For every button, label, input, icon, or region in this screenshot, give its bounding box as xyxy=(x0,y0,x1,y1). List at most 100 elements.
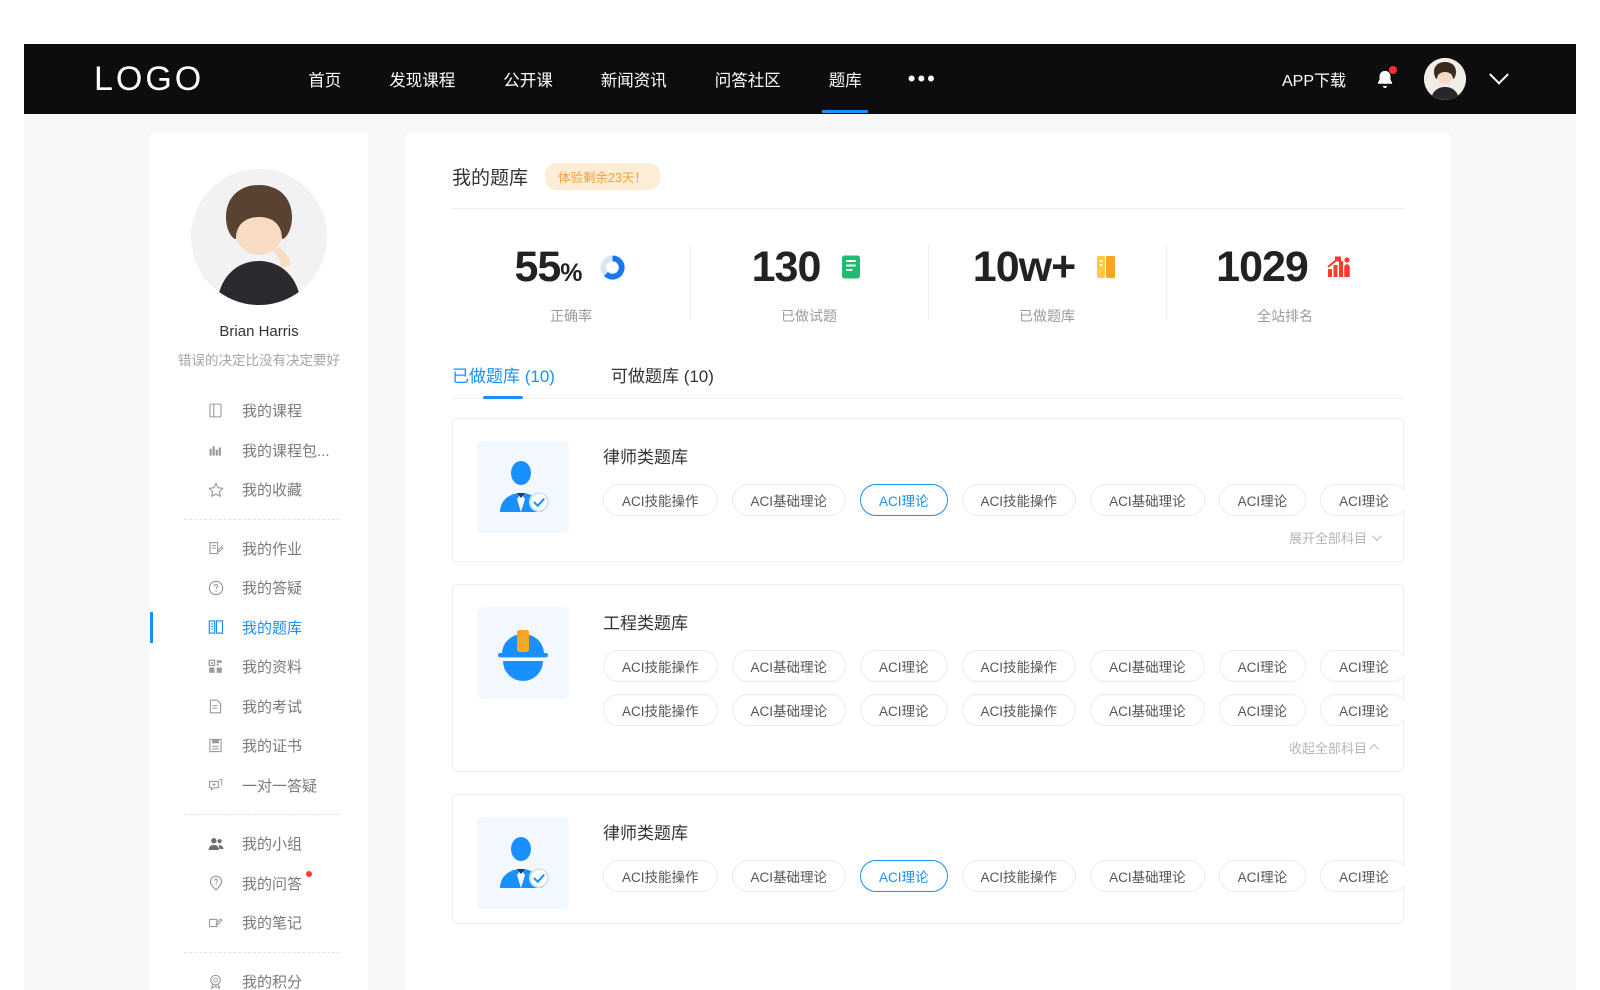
note-icon xyxy=(206,913,225,932)
hardhat-icon xyxy=(490,620,556,686)
bank-card[interactable]: 律师类题库 ACI技能操作 ACI基础理论 ACI理论 ACI技能操作 ACI基… xyxy=(452,418,1404,562)
sidebar-label: 我的课程包... xyxy=(242,440,330,461)
subject-tag[interactable]: ACI基础理论 xyxy=(1090,860,1205,892)
nav-item-qa-community[interactable]: 问答社区 xyxy=(691,44,805,114)
subject-tag[interactable]: ACI技能操作 xyxy=(962,484,1077,516)
sidebar-item-my-certificates[interactable]: 我的证书 xyxy=(150,726,368,766)
stat-label: 全站排名 xyxy=(1257,306,1313,326)
subject-tag[interactable]: ACI技能操作 xyxy=(962,650,1077,682)
nav-item-question-bank[interactable]: 题库 xyxy=(805,44,886,114)
subject-tag[interactable]: ACI理论 xyxy=(860,650,948,682)
subject-tag[interactable]: ACI理论 xyxy=(1320,650,1404,682)
sidebar-item-my-materials[interactable]: 我的资料 xyxy=(150,647,368,687)
nav-more-icon[interactable]: ••• xyxy=(886,44,959,114)
stat-banks-done: 10w+ 已做题库 xyxy=(928,231,1166,337)
sidebar-item-my-question-bank[interactable]: 我的题库 xyxy=(150,608,368,648)
tag-row: ACI技能操作 ACI基础理论 ACI理论 ACI技能操作 ACI基础理论 AC… xyxy=(603,650,1379,682)
bank-card-title: 律师类题库 xyxy=(603,443,1379,468)
green-book-icon xyxy=(836,252,866,282)
bank-card[interactable]: 工程类题库 ACI技能操作 ACI基础理论 ACI理论 ACI技能操作 ACI基… xyxy=(452,584,1404,772)
nav-item-home[interactable]: 首页 xyxy=(284,44,365,114)
sidebar-label: 我的课程 xyxy=(242,400,302,421)
bank-card-footer: 展开全部科目 xyxy=(603,528,1379,547)
bank-card-title: 律师类题库 xyxy=(603,819,1379,844)
bank-card-thumbnail xyxy=(477,607,569,699)
subject-tag[interactable]: ACI基础理论 xyxy=(732,860,847,892)
notification-bell-button[interactable] xyxy=(1372,65,1398,93)
site-logo[interactable]: LOGO xyxy=(94,62,204,96)
collapse-link-label: 收起全部科目 xyxy=(1289,738,1367,757)
sidebar-item-my-qa[interactable]: 我的答疑 xyxy=(150,568,368,608)
notification-badge-dot xyxy=(1389,66,1397,74)
subject-tag-selected[interactable]: ACI理论 xyxy=(860,484,948,516)
subject-tag[interactable]: ACI理论 xyxy=(1320,484,1404,516)
trial-status-badge: 体验剩余23天！ xyxy=(545,163,660,190)
collapse-all-subjects-link[interactable]: 收起全部科目 xyxy=(1289,738,1379,757)
subject-tag[interactable]: ACI技能操作 xyxy=(603,650,718,682)
subject-tag[interactable]: ACI基础理论 xyxy=(1090,650,1205,682)
subject-tag[interactable]: ACI理论 xyxy=(1219,484,1307,516)
subject-tag[interactable]: ACI基础理论 xyxy=(732,484,847,516)
app-download-link[interactable]: APP下载 xyxy=(1282,67,1346,91)
subject-tag[interactable]: ACI基础理论 xyxy=(1090,484,1205,516)
app-root: LOGO 首页 发现课程 公开课 新闻资讯 问答社区 题库 ••• APP下载 xyxy=(0,0,1600,990)
certificate-icon xyxy=(206,736,225,755)
expand-all-subjects-link[interactable]: 展开全部科目 xyxy=(1289,528,1379,547)
bank-card-tag-rows: ACI技能操作 ACI基础理论 ACI理论 ACI技能操作 ACI基础理论 AC… xyxy=(603,860,1379,892)
subject-tag[interactable]: ACI理论 xyxy=(1320,860,1404,892)
sidebar-item-one-on-one-qa[interactable]: 一对一答疑 xyxy=(150,766,368,806)
nav-item-news[interactable]: 新闻资讯 xyxy=(577,44,691,114)
profile-photo-icon xyxy=(191,169,327,305)
header-avatar[interactable] xyxy=(1424,58,1466,100)
sidebar-unread-dot xyxy=(306,871,312,877)
sidebar-item-my-homework[interactable]: 我的作业 xyxy=(150,529,368,569)
chevron-down-icon xyxy=(1372,531,1382,541)
subject-tag[interactable]: ACI基础理论 xyxy=(732,694,847,726)
tab-completed-banks[interactable]: 已做题库 (10) xyxy=(452,351,555,399)
chat-icon xyxy=(206,776,225,795)
main-content-panel: 我的题库 体验剩余23天！ 55% xyxy=(406,133,1450,990)
bank-card[interactable]: 律师类题库 ACI技能操作 ACI基础理论 ACI理论 ACI技能操作 ACI基… xyxy=(452,794,1404,924)
account-chevron-down-icon[interactable] xyxy=(1489,65,1509,85)
sidebar-item-my-groups[interactable]: 我的小组 xyxy=(150,824,368,864)
subject-tag[interactable]: ACI理论 xyxy=(1320,694,1404,726)
tag-row: ACI技能操作 ACI基础理论 ACI理论 ACI技能操作 ACI基础理论 AC… xyxy=(603,484,1379,516)
bank-card-body: 律师类题库 ACI技能操作 ACI基础理论 ACI理论 ACI技能操作 ACI基… xyxy=(603,441,1379,547)
bank-card-list: 律师类题库 ACI技能操作 ACI基础理论 ACI理论 ACI技能操作 ACI基… xyxy=(452,418,1404,946)
subject-tag[interactable]: ACI技能操作 xyxy=(603,694,718,726)
nav-item-discover-courses[interactable]: 发现课程 xyxy=(365,44,479,114)
sidebar-item-my-notes[interactable]: 我的笔记 xyxy=(150,903,368,943)
sidebar-label: 我的题库 xyxy=(242,617,302,638)
sidebar-item-my-courses[interactable]: 我的课程 xyxy=(150,391,368,431)
stat-number: 1029 xyxy=(1216,243,1308,291)
sidebar-user-motto: 错误的决定比没有决定要好 xyxy=(150,349,368,369)
subject-tag[interactable]: ACI技能操作 xyxy=(603,484,718,516)
subject-tag-selected[interactable]: ACI理论 xyxy=(860,860,948,892)
question-bank-icon xyxy=(206,618,225,637)
subject-tag[interactable]: ACI技能操作 xyxy=(962,694,1077,726)
subject-tag[interactable]: ACI技能操作 xyxy=(603,860,718,892)
sidebar-item-my-questions[interactable]: 我的问答 xyxy=(150,864,368,904)
sidebar-item-my-points[interactable]: 我的积分 xyxy=(150,962,368,990)
tag-row: ACI技能操作 ACI基础理论 ACI理论 ACI技能操作 ACI基础理论 AC… xyxy=(603,694,1379,726)
subject-tag[interactable]: ACI理论 xyxy=(1219,650,1307,682)
sidebar-item-my-favorites[interactable]: 我的收藏 xyxy=(150,470,368,510)
subject-tag[interactable]: ACI基础理论 xyxy=(732,650,847,682)
stat-site-rank: 1029 xyxy=(1166,231,1404,337)
subject-tag[interactable]: ACI基础理论 xyxy=(1090,694,1205,726)
nav-item-open-courses[interactable]: 公开课 xyxy=(479,44,577,114)
subject-tag[interactable]: ACI理论 xyxy=(1219,694,1307,726)
subject-tag[interactable]: ACI理论 xyxy=(1219,860,1307,892)
bank-card-tag-rows: ACI技能操作 ACI基础理论 ACI理论 ACI技能操作 ACI基础理论 AC… xyxy=(603,650,1379,726)
bank-card-tag-rows: ACI技能操作 ACI基础理论 ACI理论 ACI技能操作 ACI基础理论 AC… xyxy=(603,484,1379,516)
subject-tag[interactable]: ACI理论 xyxy=(860,694,948,726)
subject-tag[interactable]: ACI技能操作 xyxy=(962,860,1077,892)
bank-tabs: 已做题库 (10) 可做题库 (10) xyxy=(452,351,1404,399)
sidebar-label: 我的考试 xyxy=(242,696,302,717)
stat-number: 55 xyxy=(514,243,560,291)
bank-card-thumbnail xyxy=(477,817,569,909)
sidebar-item-my-course-packages[interactable]: 我的课程包... xyxy=(150,431,368,471)
sidebar-item-my-exams[interactable]: 我的考试 xyxy=(150,687,368,727)
tab-available-banks[interactable]: 可做题库 (10) xyxy=(611,351,714,399)
donut-chart-icon xyxy=(598,252,628,282)
